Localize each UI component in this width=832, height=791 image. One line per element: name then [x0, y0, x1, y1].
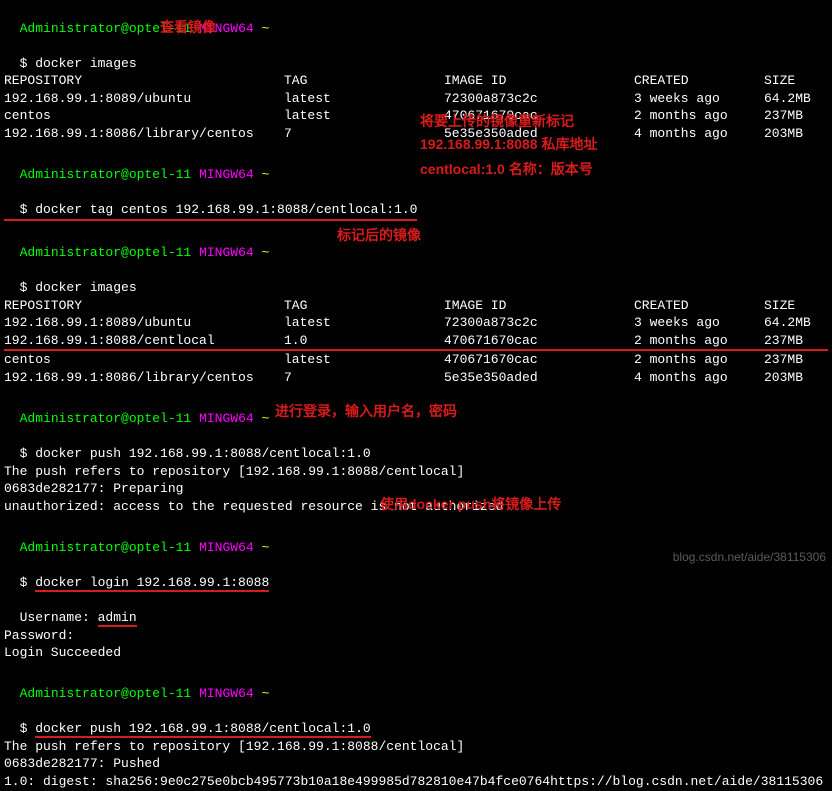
login-username: Username: admin [4, 592, 828, 627]
annotation-tagged-image: 标记后的镜像 [337, 226, 421, 245]
table-row: 192.168.99.1:8086/library/centos75e35e35… [4, 125, 828, 143]
push-output: 0683de282177: Pushed [4, 755, 828, 773]
table2-header: REPOSITORYTAGIMAGE IDCREATEDSIZE [4, 297, 828, 315]
annotation-repo-addr: 192.168.99.1:8088 私库地址 [420, 135, 597, 154]
push-output: The push refers to repository [192.168.9… [4, 463, 828, 481]
watermark: blog.csdn.net/aide/38115306 [673, 549, 826, 565]
push-output: The push refers to repository [192.168.9… [4, 738, 828, 756]
cmd-docker-tag[interactable]: $ docker tag centos 192.168.99.1:8088/ce… [4, 183, 417, 220]
table-row-tagged: 192.168.99.1:8088/centlocal1.0470671670c… [4, 332, 828, 352]
cmd-docker-push-2[interactable]: $ docker push 192.168.99.1:8088/centloca… [4, 703, 828, 738]
table-row: centoslatest470671670cac2 months ago237M… [4, 351, 828, 369]
login-password: Password: [4, 627, 828, 645]
table-row: 192.168.99.1:8089/ubuntulatest72300a873c… [4, 314, 828, 332]
prompt-1: Administrator@optel-11 MINGW64 ~ [4, 2, 828, 37]
table-row: 192.168.99.1:8089/ubuntulatest72300a873c… [4, 90, 828, 108]
annotation-login: 进行登录，输入用户名，密码 [275, 402, 457, 421]
prompt-6: Administrator@optel-11 MINGW64 ~ [4, 668, 828, 703]
table1-header: REPOSITORY TAG IMAGE ID CREATED SIZE [4, 72, 828, 90]
cmd-docker-images-1[interactable]: $ docker images [4, 37, 828, 72]
table-row: 192.168.99.1:8086/library/centos75e35e35… [4, 369, 828, 387]
cmd-docker-push-1[interactable]: $ docker push 192.168.99.1:8088/centloca… [4, 428, 828, 463]
login-succeeded: Login Succeeded [4, 644, 828, 662]
annotation-name-version: centlocal:1.0 名称：版本号 [420, 160, 593, 179]
push-digest: 1.0: digest: sha256:9e0c275e0bcb495773b1… [4, 773, 828, 791]
annotation-retag: 将要上传的镜像重新标记 [420, 112, 574, 131]
prompt-2: Administrator@optel-11 MINGW64 ~ [4, 148, 828, 183]
annotation-view-images: 查看镜像 [160, 18, 216, 37]
cmd-docker-images-2[interactable]: $ docker images [4, 262, 828, 297]
annotation-push: 使用docker push将镜像上传 [380, 495, 561, 514]
table-row: centoslatest470671670cac2 months ago237M… [4, 107, 828, 125]
